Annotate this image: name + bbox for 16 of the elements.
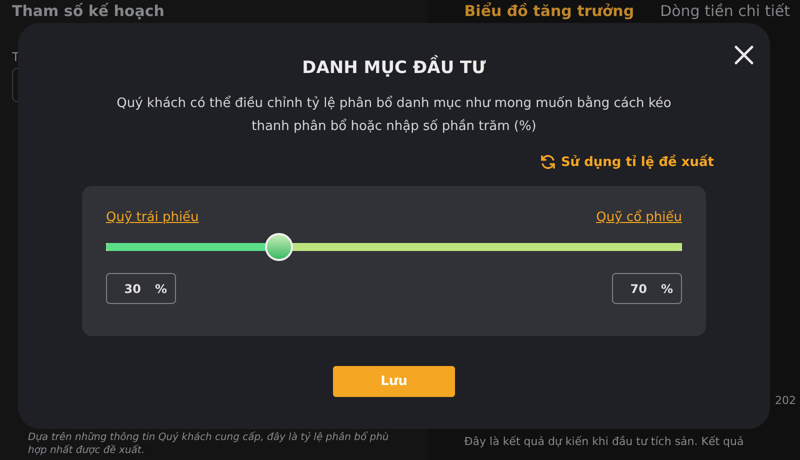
dialog-description: Quý khách có thể điều chỉnh tỷ lệ phân bổ danh mục như mong muốn bằng cách kéo thanh phân bổ hoặc nhập số phần trăm (%) [116,94,672,136]
fund-link[interactable]: Quỹ trái phiếu [106,210,199,225]
percent-field[interactable]: 30 % [106,273,176,304]
fund-link[interactable]: Quỹ cổ phiếu [596,210,682,225]
field-label: T [12,50,20,64]
axis-label: 202 [775,394,796,407]
note-text: Đây là kết quả dự kiến khi đầu tư tích sản. Kết quả [464,435,745,448]
close-icon[interactable] [734,45,754,65]
slider-thumb[interactable] [264,233,293,261]
note-text: Dựa trên những thông tin Quý khách cung cấp, đây là tỷ lệ phân bổ phù hợp nhất được đề xuất. [27,431,390,457]
percent-field[interactable]: 70 % [612,273,682,304]
refresh-icon [540,154,556,170]
tab[interactable]: Dòng tiền chi tiết [660,2,790,20]
panel-title: Tham số kế hoạch [12,2,166,20]
tab[interactable]: Biểu đồ tăng trưởng [464,2,634,20]
suggest-link[interactable]: Sử dụng tỉ lệ đề xuất [540,154,714,170]
